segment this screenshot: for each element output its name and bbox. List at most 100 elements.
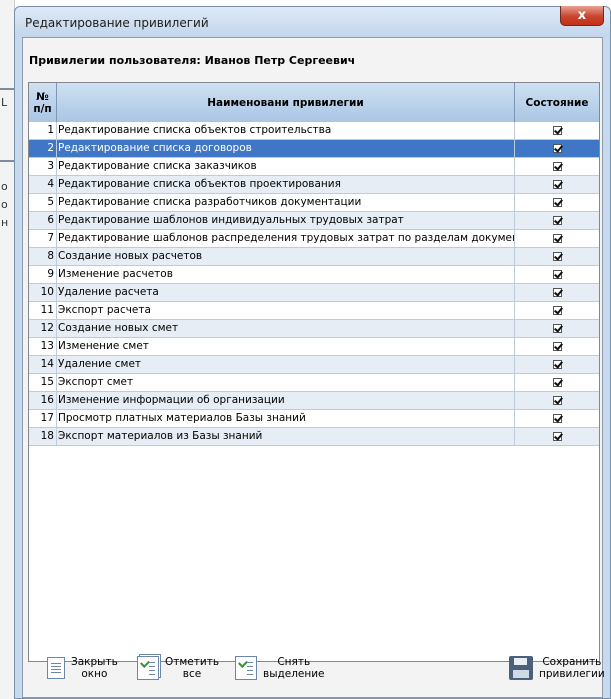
state-cell xyxy=(515,194,599,211)
privilege-name: Просмотр платных материалов Базы знаний xyxy=(57,410,515,427)
state-checkbox[interactable] xyxy=(552,234,562,243)
state-checkbox[interactable] xyxy=(552,252,562,261)
row-number: 14 xyxy=(29,356,57,373)
floppy-disk-icon xyxy=(509,656,533,680)
save-privileges-label: Сохранить привилегии xyxy=(539,656,605,680)
table-row[interactable]: 14 Удаление смет xyxy=(29,356,599,374)
table-row[interactable]: 9 Изменение расчетов xyxy=(29,266,599,284)
close-window-label: Закрыть окно xyxy=(71,656,118,680)
background-text: L xyxy=(1,96,8,109)
table-row[interactable]: 10 Удаление расчета xyxy=(29,284,599,302)
background-divider xyxy=(0,160,14,162)
privilege-name: Редактирование шаблонов распределения тр… xyxy=(57,230,515,247)
table-row[interactable]: 6 Редактирование шаблонов индивидуальных … xyxy=(29,212,599,230)
window-title: Редактирование привилегий xyxy=(25,16,209,30)
table-row[interactable]: 7 Редактирование шаблонов распределения т… xyxy=(29,230,599,248)
state-checkbox[interactable] xyxy=(552,306,562,315)
row-number: 17 xyxy=(29,410,57,427)
state-cell xyxy=(515,212,599,229)
privilege-name: Создание новых расчетов xyxy=(57,248,515,265)
state-checkbox[interactable] xyxy=(552,414,562,423)
state-cell xyxy=(515,410,599,427)
row-number: 5 xyxy=(29,194,57,211)
privilege-name: Редактирование списка объектов строитель… xyxy=(57,122,515,139)
bottom-toolbar: Закрыть окно Отметить все Снять выделение С… xyxy=(23,637,605,697)
privilege-name: Редактирование списка договоров xyxy=(57,140,515,157)
table-row[interactable]: 12 Создание новых смет xyxy=(29,320,599,338)
grid-rows: 1 Редактирование списка объектов строител… xyxy=(29,122,599,446)
save-privileges-button[interactable]: Сохранить привилегии xyxy=(509,651,605,685)
state-cell xyxy=(515,158,599,175)
row-number: 1 xyxy=(29,122,57,139)
state-checkbox[interactable] xyxy=(552,162,562,171)
background-text: o xyxy=(1,198,8,211)
privilege-name: Редактирование шаблонов индивидуальных т… xyxy=(57,212,515,229)
privilege-name: Экспорт материалов из Базы знаний xyxy=(57,428,515,445)
row-number: 6 xyxy=(29,212,57,229)
state-checkbox[interactable] xyxy=(552,216,562,225)
privilege-name: Изменение расчетов xyxy=(57,266,515,283)
table-row[interactable]: 2 Редактирование списка договоров xyxy=(29,140,599,158)
state-checkbox[interactable] xyxy=(552,324,562,333)
table-row[interactable]: 11 Экспорт расчета xyxy=(29,302,599,320)
state-checkbox[interactable] xyxy=(552,126,562,135)
state-checkbox[interactable] xyxy=(552,144,562,153)
row-number: 15 xyxy=(29,374,57,391)
state-checkbox[interactable] xyxy=(552,360,562,369)
privilege-name: Создание новых смет xyxy=(57,320,515,337)
privilege-name: Экспорт расчета xyxy=(57,302,515,319)
background-divider xyxy=(0,88,14,90)
privilege-name: Экспорт смет xyxy=(57,374,515,391)
privilege-name: Удаление смет xyxy=(57,356,515,373)
column-header-state[interactable]: Состояние xyxy=(515,83,599,122)
grid-header: № п/п Наименовани привилегии Состояние xyxy=(29,83,599,123)
background-app-edge: L o o н xyxy=(0,0,15,699)
privileges-grid[interactable]: № п/п Наименовани привилегии Состояние 1… xyxy=(28,82,600,662)
table-row[interactable]: 1 Редактирование списка объектов строител… xyxy=(29,122,599,140)
row-number: 4 xyxy=(29,176,57,193)
background-text: н xyxy=(1,216,9,229)
table-row[interactable]: 4 Редактирование списка объектов проектир… xyxy=(29,176,599,194)
state-cell xyxy=(515,266,599,283)
row-number: 10 xyxy=(29,284,57,301)
table-row[interactable]: 5 Редактирование списка разработчиков док… xyxy=(29,194,599,212)
table-row[interactable]: 17 Просмотр платных материалов Базы знани… xyxy=(29,410,599,428)
row-number: 12 xyxy=(29,320,57,337)
table-row[interactable]: 18 Экспорт материалов из Базы знаний xyxy=(29,428,599,446)
table-row[interactable]: 16 Изменение информации об организации xyxy=(29,392,599,410)
row-number: 9 xyxy=(29,266,57,283)
state-cell xyxy=(515,428,599,445)
table-row[interactable]: 15 Экспорт смет xyxy=(29,374,599,392)
state-checkbox[interactable] xyxy=(552,198,562,207)
state-checkbox[interactable] xyxy=(552,342,562,351)
uncheck-label: Снять выделение xyxy=(263,656,325,680)
table-row[interactable]: 13 Изменение смет xyxy=(29,338,599,356)
table-row[interactable]: 8 Создание новых расчетов xyxy=(29,248,599,266)
privileges-dialog: Редактирование привилегий x Привилегии п… xyxy=(14,6,611,699)
row-number: 13 xyxy=(29,338,57,355)
close-icon[interactable]: x xyxy=(560,6,604,26)
state-checkbox[interactable] xyxy=(552,378,562,387)
privilege-name: Изменение информации об организации xyxy=(57,392,515,409)
column-header-number[interactable]: № п/п xyxy=(29,83,57,122)
uncheck-button[interactable]: Снять выделение xyxy=(235,651,325,685)
check-all-icon xyxy=(137,656,159,680)
state-cell xyxy=(515,320,599,337)
row-number: 3 xyxy=(29,158,57,175)
state-checkbox[interactable] xyxy=(552,180,562,189)
close-window-button[interactable]: Закрыть окно xyxy=(47,651,118,685)
state-cell xyxy=(515,176,599,193)
column-header-name[interactable]: Наименовани привилегии xyxy=(57,83,515,122)
table-row[interactable]: 3 Редактирование списка заказчиков xyxy=(29,158,599,176)
state-cell xyxy=(515,374,599,391)
row-number: 8 xyxy=(29,248,57,265)
state-cell xyxy=(515,140,599,157)
user-label: Привилегии пользователя: Иванов Петр Сер… xyxy=(29,54,356,67)
state-checkbox[interactable] xyxy=(552,288,562,297)
state-cell xyxy=(515,230,599,247)
state-checkbox[interactable] xyxy=(552,270,562,279)
state-checkbox[interactable] xyxy=(552,396,562,405)
check-all-button[interactable]: Отметить все xyxy=(137,651,219,685)
state-checkbox[interactable] xyxy=(552,432,562,441)
title-bar[interactable]: Редактирование привилегий x xyxy=(15,6,610,37)
